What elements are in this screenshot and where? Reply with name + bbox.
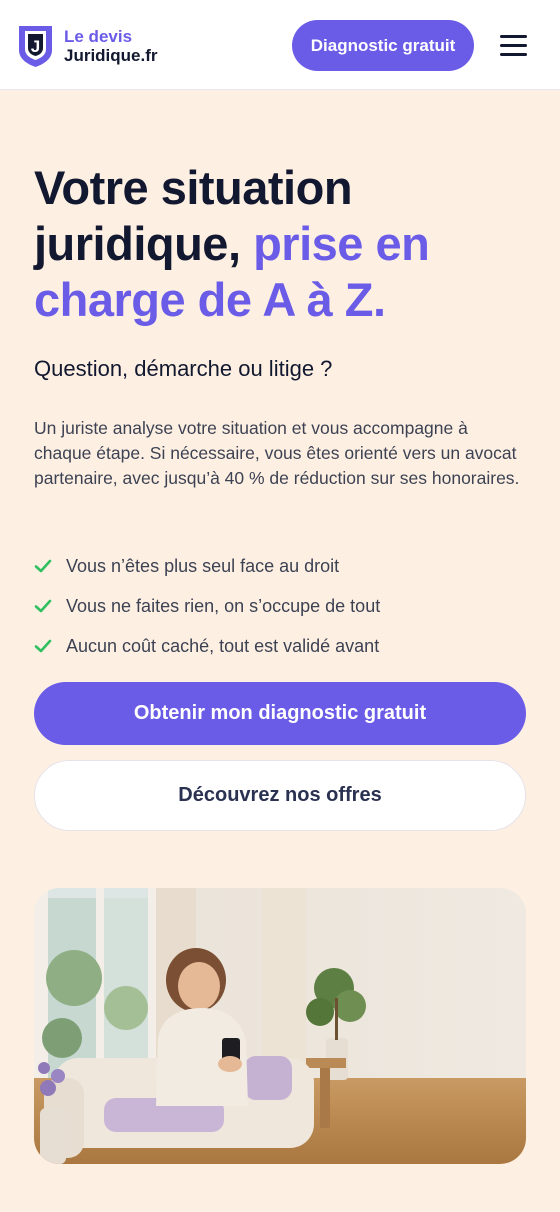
shield-logo-icon: J	[19, 26, 52, 67]
feature-text: Vous ne faites rien, on s’occupe de tout	[66, 595, 381, 616]
hero-photo	[34, 888, 526, 1164]
feature-text: Aucun coût caché, tout est validé avant	[66, 635, 380, 656]
svg-text:J: J	[31, 37, 40, 56]
hamburger-menu-icon[interactable]	[500, 35, 527, 57]
feature-item: Aucun coût caché, tout est validé avant	[34, 626, 380, 666]
check-icon	[34, 639, 52, 653]
check-icon	[34, 559, 52, 573]
logo-line-2: Juridique.fr	[64, 46, 158, 65]
woman-on-sofa-image	[34, 888, 526, 1164]
discover-offers-button[interactable]: Découvrez nos offres	[34, 760, 526, 831]
feature-list: Vous n’êtes plus seul face au droit Vous…	[34, 546, 380, 666]
hero-description: Un juriste analyse votre situation et vo…	[34, 418, 520, 488]
logo[interactable]: J Le devis Juridique.fr	[17, 24, 158, 68]
check-icon	[34, 599, 52, 613]
diagnostic-header-button[interactable]: Diagnostic gratuit	[292, 20, 474, 71]
get-diagnostic-button[interactable]: Obtenir mon diagnostic gratuit	[34, 682, 526, 745]
feature-item: Vous ne faites rien, on s’occupe de tout	[34, 586, 380, 626]
feature-text: Vous n’êtes plus seul face au droit	[66, 555, 340, 576]
feature-item: Vous n’êtes plus seul face au droit	[34, 546, 380, 586]
logo-line-1: Le devis	[64, 27, 133, 46]
hero-title: Votre situation juridique, prise en char…	[34, 160, 534, 328]
site-header: J Le devis Juridique.fr Diagnostic gratu…	[0, 0, 560, 90]
hero-subtitle: Question, démarche ou litige ?	[34, 356, 333, 381]
